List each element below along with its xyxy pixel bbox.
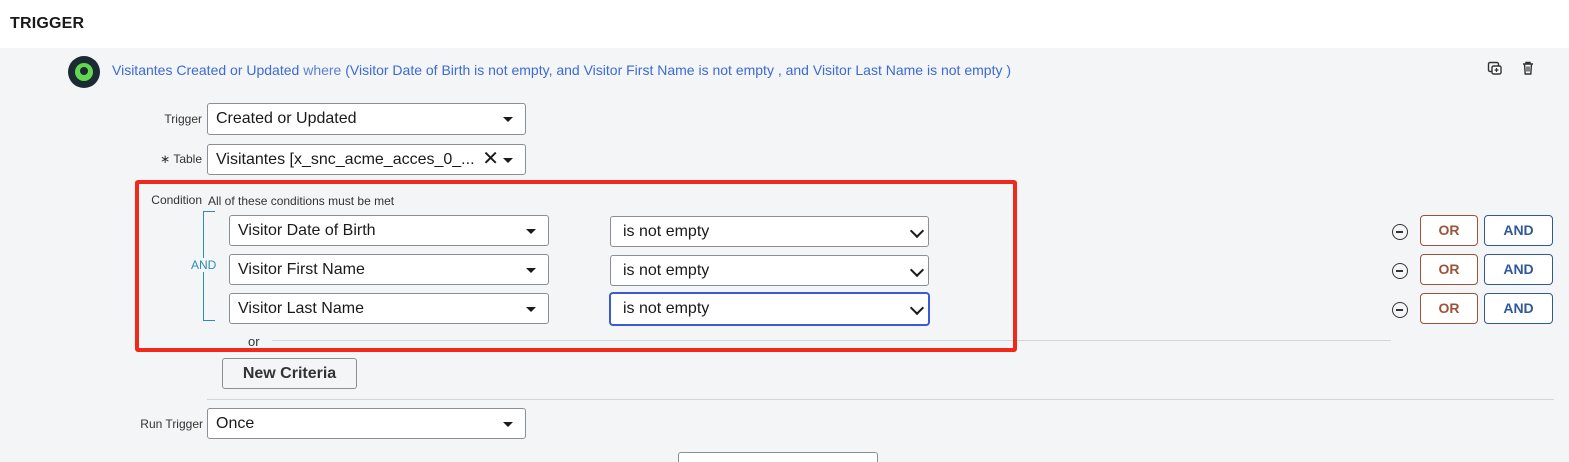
top-bar: TRIGGER — [0, 0, 1569, 48]
summary-conditions: (Visitor Date of Birth is not empty, and… — [345, 62, 1012, 78]
or-button[interactable]: OR — [1420, 215, 1478, 246]
minus-circle-icon[interactable] — [1392, 302, 1408, 318]
run-trigger-select[interactable]: Once — [207, 408, 526, 439]
summary-where: where — [303, 62, 342, 78]
table-select-value: Visitantes [x_snc_acme_acces_0_... — [216, 151, 475, 168]
close-icon[interactable]: ✕ — [482, 149, 499, 169]
trash-icon[interactable] — [1519, 60, 1537, 78]
summary-prefix: Visitantes Created or Updated — [112, 62, 300, 78]
duplicate-icon[interactable] — [1486, 60, 1504, 78]
trigger-select-value: Created or Updated — [216, 110, 357, 127]
trigger-summary[interactable]: Visitantes Created or Updated where (Vis… — [112, 62, 1011, 78]
minus-circle-icon[interactable] — [1392, 263, 1408, 279]
table-label: ∗ Table — [140, 152, 202, 166]
or-button[interactable]: OR — [1420, 254, 1478, 285]
new-criteria-button[interactable]: New Criteria — [222, 358, 357, 389]
and-button[interactable]: AND — [1484, 254, 1553, 285]
run-trigger-value: Once — [216, 415, 255, 432]
trigger-label: Trigger — [164, 112, 202, 126]
run-trigger-label: Run Trigger — [140, 417, 203, 431]
page-title: TRIGGER — [10, 15, 85, 32]
highlight-box — [135, 180, 1017, 352]
chevron-down-icon — [503, 117, 513, 122]
chevron-down-icon — [503, 157, 513, 163]
trigger-status-icon — [68, 56, 100, 88]
required-mark: ∗ — [160, 152, 171, 166]
and-button[interactable]: AND — [1484, 293, 1553, 324]
divider — [207, 399, 1554, 400]
or-button[interactable]: OR — [1420, 293, 1478, 324]
table-select[interactable]: Visitantes [x_snc_acme_acces_0_... ✕ — [207, 144, 526, 175]
chevron-down-icon — [503, 421, 513, 427]
cutoff-field[interactable] — [678, 452, 878, 462]
and-button[interactable]: AND — [1484, 215, 1553, 246]
table-label-text: Table — [173, 152, 202, 166]
minus-circle-icon[interactable] — [1392, 224, 1408, 240]
trigger-select[interactable]: Created or Updated — [207, 103, 526, 135]
